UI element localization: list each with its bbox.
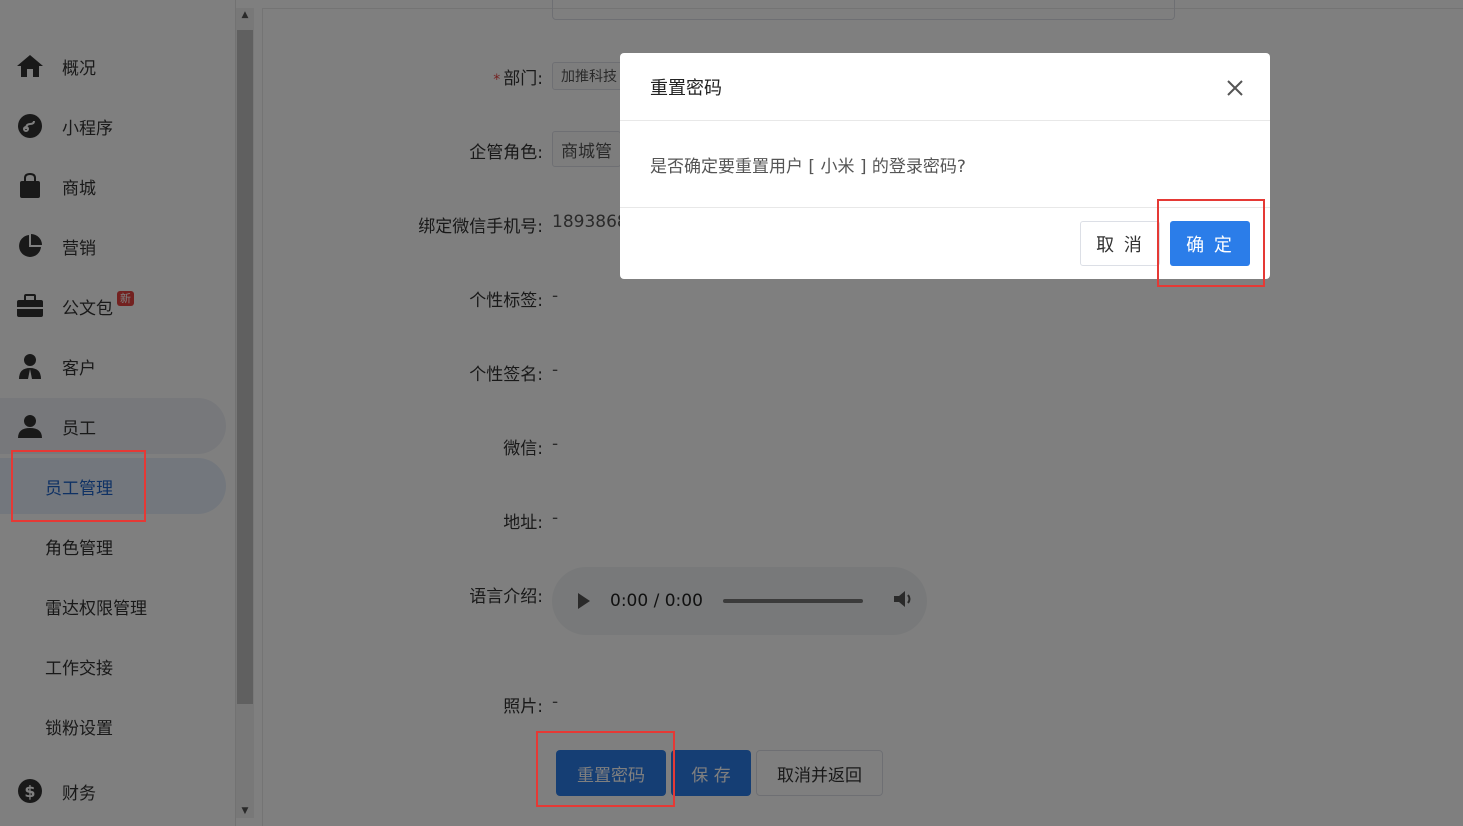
dialog-confirm-button[interactable]: 确 定 — [1170, 221, 1250, 266]
dialog-cancel-button[interactable]: 取 消 — [1080, 221, 1160, 266]
dialog-title: 重置密码 — [620, 53, 1270, 121]
dialog-message: 是否确定要重置用户 [ 小米 ] 的登录密码? — [620, 121, 1270, 208]
close-icon[interactable] — [1224, 77, 1246, 99]
reset-password-dialog: 重置密码 是否确定要重置用户 [ 小米 ] 的登录密码? 取 消 确 定 — [620, 53, 1270, 279]
